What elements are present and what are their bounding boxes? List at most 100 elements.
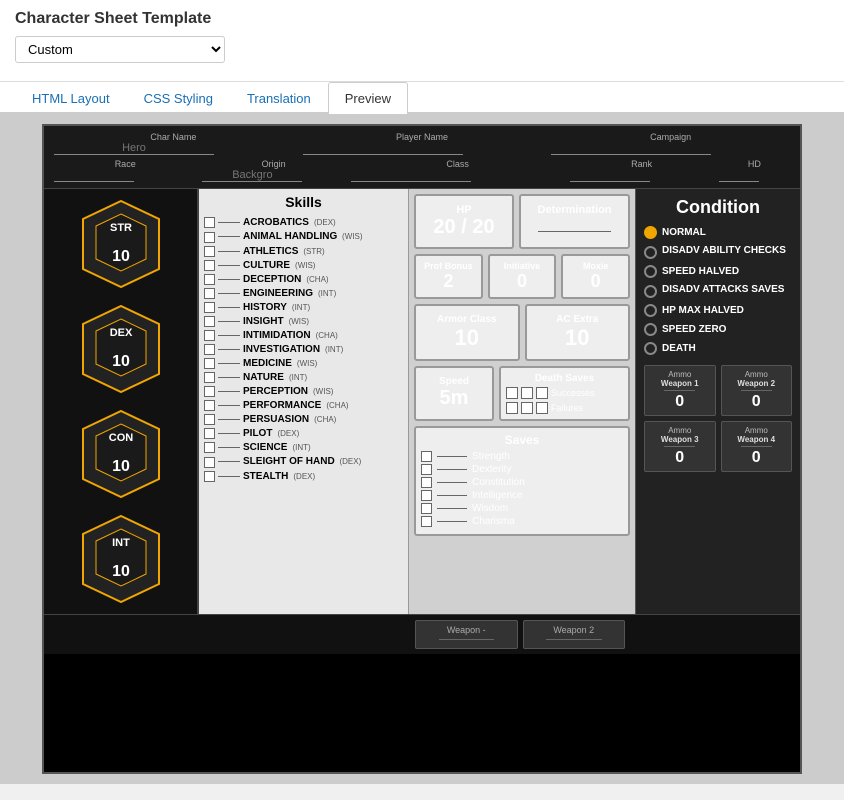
save-charisma-checkbox[interactable] [421,516,432,527]
death-failure-2[interactable] [521,402,533,414]
skill-engineering-checkbox[interactable] [204,288,215,299]
save-strength: Strength [421,451,623,462]
player-name-input[interactable] [303,142,463,155]
skill-sleight-of-hand-checkbox[interactable] [204,457,215,468]
save-wisdom-checkbox[interactable] [421,503,432,514]
armor-class-value: 10 [424,325,510,351]
death-failures-row: Failures [506,402,623,414]
class-input[interactable] [351,169,471,182]
center-panel: HP 20 / 20 Determination Prof Bonus 2 [409,189,635,614]
save-dexterity-checkbox[interactable] [421,464,432,475]
save-charisma-label: Charisma [472,516,515,527]
tab-translation[interactable]: Translation [230,82,328,114]
death-failure-1[interactable] [506,402,518,414]
skill-stealth-checkbox[interactable] [204,471,215,482]
class-field: Class [351,159,565,182]
tab-css-styling[interactable]: CSS Styling [127,82,230,114]
condition-speed-zero-radio[interactable] [644,323,657,336]
skill-investigation-line [218,349,240,350]
skill-science-checkbox[interactable] [204,442,215,453]
condition-hp-max-halved[interactable]: HP MAX HALVED [644,304,792,317]
ammo-weapon-2-name: Weapon 2 [726,379,788,388]
initiative-value: 0 [495,271,550,292]
ammo-weapon-4-value: 0 [726,449,788,467]
race-input[interactable] [54,169,134,182]
save-constitution-checkbox[interactable] [421,477,432,488]
tab-html-layout[interactable]: HTML Layout [15,82,127,114]
condition-normal-radio[interactable] [644,226,657,239]
skill-pilot-checkbox[interactable] [204,428,215,439]
death-success-1[interactable] [506,387,518,399]
condition-disadv-ability[interactable]: DISADV ABILITY CHECKS [644,245,792,259]
condition-normal[interactable]: NORMAL [644,226,792,239]
skill-nature: NATURE (INT) [204,370,403,384]
player-name-label: Player Name [303,132,542,142]
skill-medicine-checkbox[interactable] [204,358,215,369]
death-success-2[interactable] [521,387,533,399]
condition-death[interactable]: DEATH [644,342,792,355]
condition-speed-halved[interactable]: SPEED HALVED [644,265,792,278]
condition-disadv-ability-radio[interactable] [644,246,657,259]
origin-input[interactable] [202,169,302,182]
skill-medicine: MEDICINE (WIS) [204,356,403,370]
speed-label: Speed [424,376,484,387]
armor-row: Armor Class 10 AC Extra 10 [414,304,630,361]
condition-speed-halved-label: SPEED HALVED [662,266,739,277]
char-name-input[interactable] [54,142,214,155]
save-intelligence-label: Intelligence [472,490,523,501]
tab-preview[interactable]: Preview [328,82,408,114]
condition-speed-halved-radio[interactable] [644,265,657,278]
ammo-weapon-2: Ammo Weapon 2 0 [721,365,793,416]
skill-investigation-checkbox[interactable] [204,344,215,355]
origin-label: Origin [202,159,344,169]
template-select[interactable]: Custom [15,36,225,63]
campaign-field: Campaign [551,132,790,155]
skill-culture-checkbox[interactable] [204,260,215,271]
skill-perception-checkbox[interactable] [204,386,215,397]
stats-column: STR 10 DEX 10 [44,189,199,614]
condition-death-radio[interactable] [644,342,657,355]
ac-extra-value: 10 [535,325,621,351]
skill-persuasion-checkbox[interactable] [204,414,215,425]
svg-text:CON: CON [108,432,133,444]
campaign-input[interactable] [551,142,711,155]
svg-text:DEX: DEX [109,327,132,339]
condition-disadv-attacks[interactable]: DISADV ATTACKS SAVES [644,284,792,298]
armor-class-label: Armor Class [424,314,510,325]
skill-insight: INSIGHT (WIS) [204,314,403,328]
hp-label: HP [424,204,504,216]
skill-insight-checkbox[interactable] [204,316,215,327]
skill-nature-checkbox[interactable] [204,372,215,383]
skill-history-checkbox[interactable] [204,302,215,313]
race-label: Race [54,159,196,169]
skill-animal-handling-checkbox[interactable] [204,232,215,243]
save-strength-checkbox[interactable] [421,451,432,462]
death-successes-row: Successes [506,387,623,399]
ammo-weapon-1-name: Weapon 1 [649,379,711,388]
skill-pilot: PILOT (DEX) [204,426,403,440]
hd-input[interactable] [719,169,759,182]
condition-disadv-attacks-radio[interactable] [644,285,657,298]
successes-label: Successes [551,388,595,398]
determination-box: Determination [519,194,630,249]
skill-athletics-checkbox[interactable] [204,246,215,257]
skill-deception-checkbox[interactable] [204,274,215,285]
template-select-row: Custom [15,36,829,63]
death-success-3[interactable] [536,387,548,399]
header-row1: Char Name Player Name Campaign [54,132,790,155]
skill-animal-handling-line [218,236,240,237]
death-failure-3[interactable] [536,402,548,414]
rank-input[interactable] [570,169,650,182]
condition-speed-zero[interactable]: SPEED ZERO [644,323,792,336]
initiative-label: Initiative [495,261,550,271]
skill-intimidation-checkbox[interactable] [204,330,215,341]
hp-box: HP 20 / 20 [414,194,514,249]
save-intelligence-checkbox[interactable] [421,490,432,501]
skills-column: Skills ACROBATICS (DEX) ANIMAL HANDLING … [199,189,409,614]
condition-title: Condition [644,197,792,218]
condition-hp-max-halved-radio[interactable] [644,304,657,317]
skill-intimidation-line [218,335,240,336]
skill-performance-checkbox[interactable] [204,400,215,411]
ammo-weapons-grid: Ammo Weapon 1 0 Ammo Weapon 2 0 Am [644,365,792,472]
skill-acrobatics-checkbox[interactable] [204,217,215,228]
